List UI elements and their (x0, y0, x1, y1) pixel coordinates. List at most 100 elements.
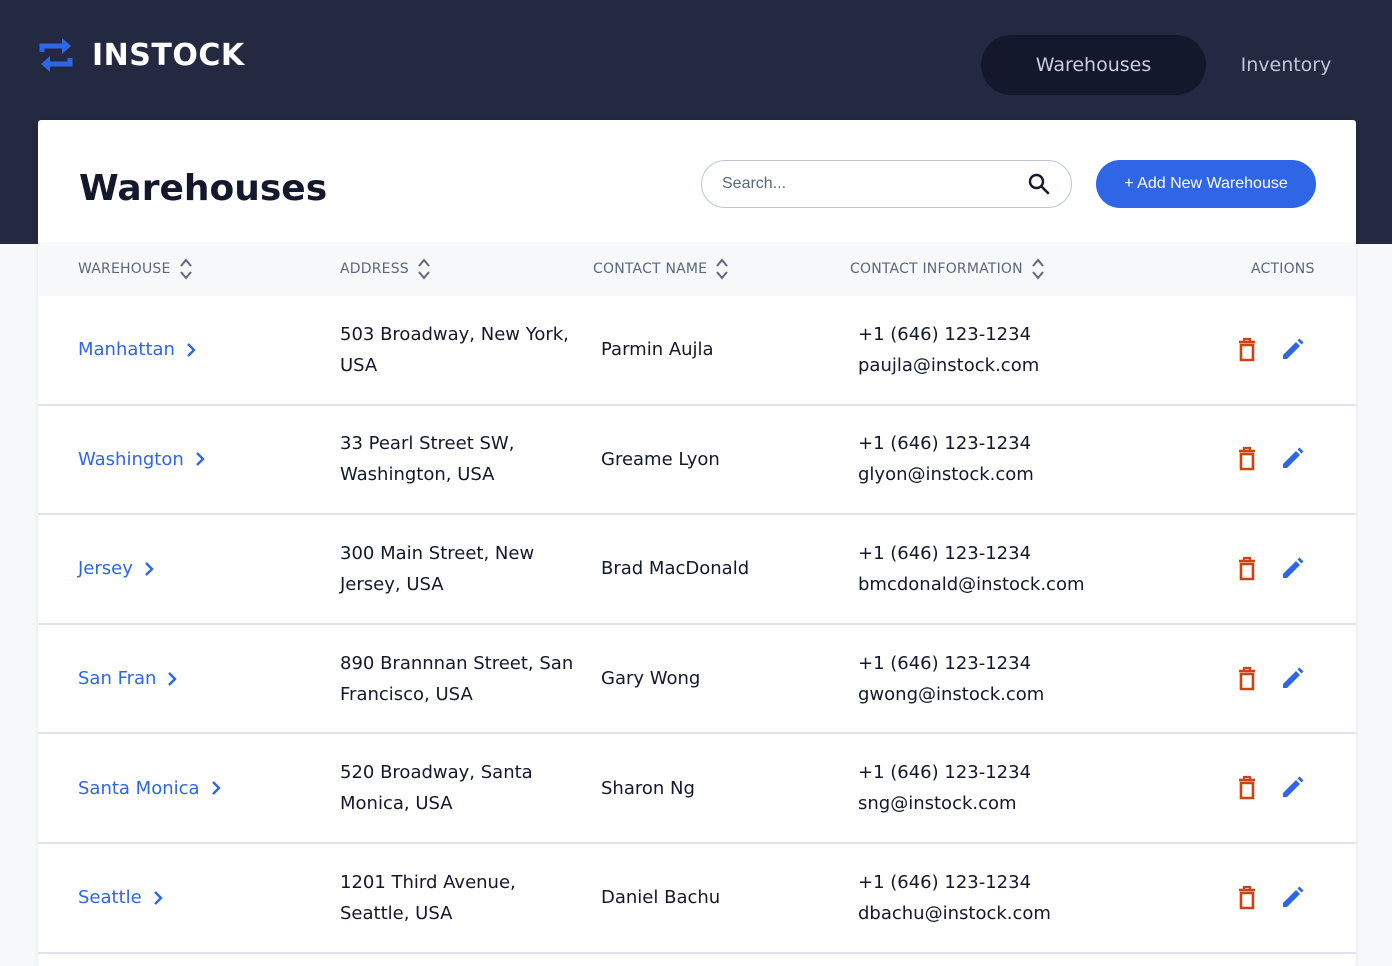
edit-icon[interactable] (1279, 775, 1305, 801)
edit-icon[interactable] (1279, 556, 1305, 582)
warehouse-cell: Washington (78, 406, 206, 514)
column-header-label: WAREHOUSE (78, 261, 171, 277)
delete-icon[interactable] (1235, 885, 1259, 911)
contact-info-cell: +1 (646) 123-1234 bmcdonald@instock.com (858, 515, 1085, 623)
nav-warehouses[interactable]: Warehouses (981, 35, 1206, 95)
warehouse-link[interactable]: Santa Monica (78, 773, 222, 804)
row-actions (1235, 296, 1305, 404)
address-cell: 1201 Third Avenue, Seattle, USA (340, 871, 516, 924)
contact-info-cell: +1 (646) 123-1234 gwong@instock.com (858, 625, 1044, 733)
warehouse-cell: Santa Monica (78, 734, 222, 842)
table-row: Seattle 1201 Third Avenue, Seattle, USA … (38, 844, 1356, 954)
row-actions (1235, 406, 1305, 514)
table-row: San Fran 890 Brannnan Street, San Franci… (38, 625, 1356, 735)
swap-arrows-icon (38, 36, 74, 74)
row-actions (1235, 625, 1305, 733)
add-warehouse-button[interactable]: + Add New Warehouse (1096, 160, 1316, 208)
table-header: WAREHOUSE ADDRESS CONTACT NAME CONTACT I… (38, 242, 1356, 296)
row-actions (1235, 515, 1305, 623)
delete-icon[interactable] (1235, 666, 1259, 692)
warehouse-link[interactable]: Manhattan (78, 334, 197, 365)
column-header-warehouse[interactable]: WAREHOUSE (78, 242, 193, 296)
chevron-right-icon (194, 450, 206, 468)
column-header-address[interactable]: ADDRESS (340, 242, 431, 296)
warehouse-name: San Fran (78, 668, 157, 690)
sort-icon[interactable] (417, 256, 431, 282)
app-name: INSTOCK (92, 37, 245, 73)
warehouse-cell: Seattle (78, 844, 164, 952)
sort-icon[interactable] (179, 256, 193, 282)
contact-info-cell: +1 (646) 123-1234 dbachu@instock.com (858, 844, 1051, 952)
chevron-right-icon (166, 670, 178, 688)
edit-icon[interactable] (1279, 666, 1305, 692)
contact-phone: +1 (646) 123-1234 (858, 652, 1032, 674)
warehouse-link[interactable]: Jersey (78, 553, 155, 584)
table-row: Manhattan 503 Broadway, New York, USA Pa… (38, 296, 1356, 406)
table-row: Santa Monica 520 Broadway, Santa Monica,… (38, 734, 1356, 844)
contact-phone: +1 (646) 123-1234 (858, 323, 1032, 345)
search-icon[interactable] (1027, 172, 1051, 196)
main-nav: Warehouses Inventory (981, 35, 1366, 95)
contact-email: dbachu@instock.com (858, 902, 1051, 924)
column-header-label: ACTIONS (1251, 261, 1315, 277)
table-row: Jersey 300 Main Street, New Jersey, USA … (38, 515, 1356, 625)
logo[interactable]: INSTOCK (38, 36, 245, 74)
warehouse-name: Santa Monica (78, 777, 200, 799)
delete-icon[interactable] (1235, 556, 1259, 582)
column-header-label: CONTACT NAME (593, 261, 708, 277)
contact-name-cell: Greame Lyon (601, 448, 720, 470)
contact-phone: +1 (646) 123-1234 (858, 542, 1032, 564)
warehouse-cell: San Fran (78, 625, 178, 733)
column-header-actions: ACTIONS (1251, 242, 1315, 296)
contact-phone: +1 (646) 123-1234 (858, 871, 1032, 893)
contact-info-cell: +1 (646) 123-1234 paujla@instock.com (858, 296, 1039, 404)
column-header-contact-information[interactable]: CONTACT INFORMATION (850, 242, 1045, 296)
contact-email: glyon@instock.com (858, 464, 1034, 486)
contact-name-cell: Brad MacDonald (601, 558, 750, 580)
column-header-label: ADDRESS (340, 261, 409, 277)
warehouses-card: Warehouses + Add New Warehouse WAREHOUSE… (38, 120, 1356, 966)
warehouse-cell: Jersey (78, 515, 155, 623)
edit-icon[interactable] (1279, 337, 1305, 363)
chevron-right-icon (210, 779, 222, 797)
contact-name-cell: Daniel Bachu (601, 887, 721, 909)
contact-info-cell: +1 (646) 123-1234 glyon@instock.com (858, 406, 1034, 514)
contact-name-cell: Parmin Aujla (601, 339, 714, 361)
address-cell: 890 Brannnan Street, San Francisco, USA (340, 652, 574, 705)
address-cell: 503 Broadway, New York, USA (340, 323, 569, 376)
search-input[interactable] (722, 175, 1027, 193)
sort-icon[interactable] (715, 256, 729, 282)
column-header-contact-name[interactable]: CONTACT NAME (593, 242, 729, 296)
warehouse-name: Jersey (78, 558, 133, 580)
contact-phone: +1 (646) 123-1234 (858, 762, 1032, 784)
contact-name-cell: Sharon Ng (601, 777, 695, 799)
contact-info-cell: +1 (646) 123-1234 sng@instock.com (858, 734, 1031, 842)
warehouse-link[interactable]: San Fran (78, 663, 178, 694)
contact-email: sng@instock.com (858, 793, 1017, 815)
warehouse-table-body: Manhattan 503 Broadway, New York, USA Pa… (38, 296, 1356, 954)
contact-phone: +1 (646) 123-1234 (858, 433, 1032, 455)
delete-icon[interactable] (1235, 337, 1259, 363)
warehouse-name: Seattle (78, 887, 142, 909)
delete-icon[interactable] (1235, 446, 1259, 472)
sort-icon[interactable] (1031, 256, 1045, 282)
row-actions (1235, 734, 1305, 842)
delete-icon[interactable] (1235, 775, 1259, 801)
warehouse-cell: Manhattan (78, 296, 197, 404)
contact-name-cell: Gary Wong (601, 668, 701, 690)
contact-email: paujla@instock.com (858, 354, 1040, 376)
warehouse-link[interactable]: Seattle (78, 882, 164, 913)
edit-icon[interactable] (1279, 885, 1305, 911)
page-title: Warehouses (79, 168, 328, 209)
edit-icon[interactable] (1279, 446, 1305, 472)
chevron-right-icon (185, 341, 197, 359)
warehouse-link[interactable]: Washington (78, 444, 206, 475)
column-header-label: CONTACT INFORMATION (850, 261, 1023, 277)
chevron-right-icon (143, 560, 155, 578)
nav-inventory[interactable]: Inventory (1206, 35, 1366, 95)
warehouse-name: Manhattan (78, 339, 175, 361)
contact-email: gwong@instock.com (858, 683, 1045, 705)
chevron-right-icon (152, 889, 164, 907)
address-cell: 300 Main Street, New Jersey, USA (340, 542, 535, 595)
address-cell: 33 Pearl Street SW, Washington, USA (340, 433, 515, 486)
